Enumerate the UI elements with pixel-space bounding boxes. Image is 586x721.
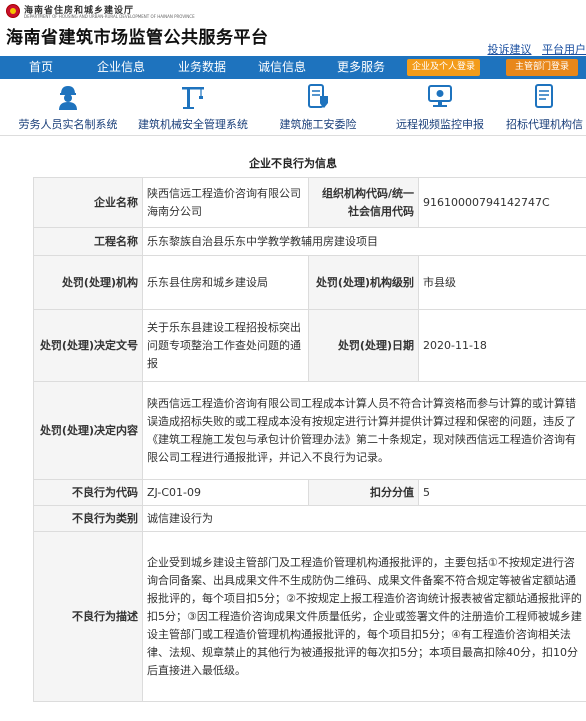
decision-content-value: 陕西信远工程造价咨询有限公司工程成本计算人员不符合计算资格而参与计算的或计算错误…	[142, 381, 586, 480]
table-row: 处罚(处理)机构 乐东县住房和城乡建设局 处罚(处理)机构级别 市县级	[33, 255, 586, 310]
worker-icon	[59, 86, 77, 110]
table-row: 不良行为类别 诚信建设行为	[33, 505, 586, 532]
system-label: 建筑施工安委险	[279, 118, 357, 131]
insurance-icon	[308, 84, 328, 108]
system-label: 远程视频监控申报	[396, 118, 484, 131]
decision-date-value: 2020-11-18	[418, 309, 586, 382]
platform-user-link[interactable]: 平台用户	[542, 43, 586, 56]
system-label: 招标代理机构信	[506, 118, 583, 131]
emblem-logo	[6, 4, 20, 18]
penalty-org-label: 处罚(处理)机构	[33, 255, 143, 310]
nav-home[interactable]: 首页	[18, 56, 64, 79]
crane-icon	[182, 87, 204, 109]
penalty-org-value: 乐东县住房和城乡建设局	[142, 255, 309, 310]
project-name-value: 乐东黎族自治县乐东中学教学教辅用房建设项目	[142, 227, 586, 256]
table-row: 处罚(处理)决定内容 陕西信远工程造价咨询有限公司工程成本计算人员不符合计算资格…	[33, 381, 586, 480]
penalty-level-value: 市县级	[418, 255, 586, 310]
description-value: 企业受到城乡建设主管部门及工程造价管理机构通报批评的，主要包括①不按规定进行咨询…	[142, 531, 586, 702]
nav-business-data[interactable]: 业务数据	[173, 56, 231, 79]
table-row: 处罚(处理)决定文号 关于乐东县建设工程招投标突出问题专项整治工作查处问题的通报…	[33, 309, 586, 382]
system-label: 劳务人员实名制系统	[18, 118, 118, 131]
deduct-label: 扣分分值	[308, 479, 419, 506]
complaint-link[interactable]: 投诉建议	[488, 43, 532, 56]
system-label: 建筑机械安全管理系统	[138, 118, 248, 131]
company-name-label: 企业名称	[33, 177, 143, 228]
system-labor-realname[interactable]: 劳务人员实名制系统	[10, 79, 126, 136]
behavior-code-label: 不良行为代码	[33, 479, 143, 506]
department-english-name: DEPARTMENT OF HOUSING AND URBAN-RURAL DE…	[24, 14, 195, 19]
card-title: 企业不良行为信息	[249, 157, 337, 170]
top-links: 投诉建议 平台用户	[481, 41, 586, 57]
penalty-level-label: 处罚(处理)机构级别	[308, 255, 419, 310]
description-label: 不良行为描述	[33, 531, 143, 702]
site-title: 海南省建筑市场监管公共服务平台	[6, 28, 269, 48]
table-row: 不良行为代码 ZJ-C01-09 扣分分值 5	[33, 479, 586, 506]
system-construction-insurance[interactable]: 建筑施工安委险	[268, 79, 368, 136]
decision-no-value: 关于乐东县建设工程招投标突出问题专项整治工作查处问题的通报	[142, 309, 309, 382]
org-code-label: 组织机构代码/统一社会信用代码	[308, 177, 419, 228]
system-bidding-agency[interactable]: 招标代理机构信	[502, 79, 586, 136]
admin-login-button[interactable]: 主管部门登录	[506, 59, 578, 76]
org-code-value: 91610000794142747C	[418, 177, 586, 228]
behavior-code-value: ZJ-C01-09	[142, 479, 309, 506]
category-label: 不良行为类别	[33, 505, 143, 532]
nav-enterprise-info[interactable]: 企业信息	[92, 56, 150, 79]
decision-date-label: 处罚(处理)日期	[308, 309, 419, 382]
table-row: 不良行为描述 企业受到城乡建设主管部门及工程造价管理机构通报批评的，主要包括①不…	[33, 531, 586, 702]
document-icon	[535, 84, 553, 108]
nav-credit-info[interactable]: 诚信信息	[253, 56, 311, 79]
bad-behavior-table: 企业名称 陕西信远工程造价咨询有限公司海南分公司 组织机构代码/统一社会信用代码…	[33, 177, 586, 702]
video-monitor-icon	[428, 85, 452, 107]
system-machinery-safety[interactable]: 建筑机械安全管理系统	[130, 79, 256, 136]
decision-content-label: 处罚(处理)决定内容	[33, 381, 143, 480]
table-row: 工程名称 乐东黎族自治县乐东中学教学教辅用房建设项目	[33, 227, 586, 256]
category-value: 诚信建设行为	[142, 505, 586, 532]
system-shortcuts: 劳务人员实名制系统 建筑机械安全管理系统 建筑施工安委险 远程视频监控申报 招标…	[0, 79, 586, 136]
company-name-value: 陕西信远工程造价咨询有限公司海南分公司	[142, 177, 309, 228]
table-row: 企业名称 陕西信远工程造价咨询有限公司海南分公司 组织机构代码/统一社会信用代码…	[33, 177, 586, 228]
system-video-monitor[interactable]: 远程视频监控申报	[388, 79, 492, 136]
main-nav: 首页 企业信息 业务数据 诚信信息 更多服务 企业及个人登录 主管部门登录	[0, 56, 586, 79]
deduct-value: 5	[418, 479, 586, 506]
project-name-label: 工程名称	[33, 227, 143, 256]
decision-no-label: 处罚(处理)决定文号	[33, 309, 143, 382]
site-header: 海南省住房和城乡建设厅 DEPARTMENT OF HOUSING AND UR…	[0, 0, 586, 56]
enterprise-login-button[interactable]: 企业及个人登录	[407, 59, 480, 76]
nav-more-services[interactable]: 更多服务	[332, 56, 390, 79]
